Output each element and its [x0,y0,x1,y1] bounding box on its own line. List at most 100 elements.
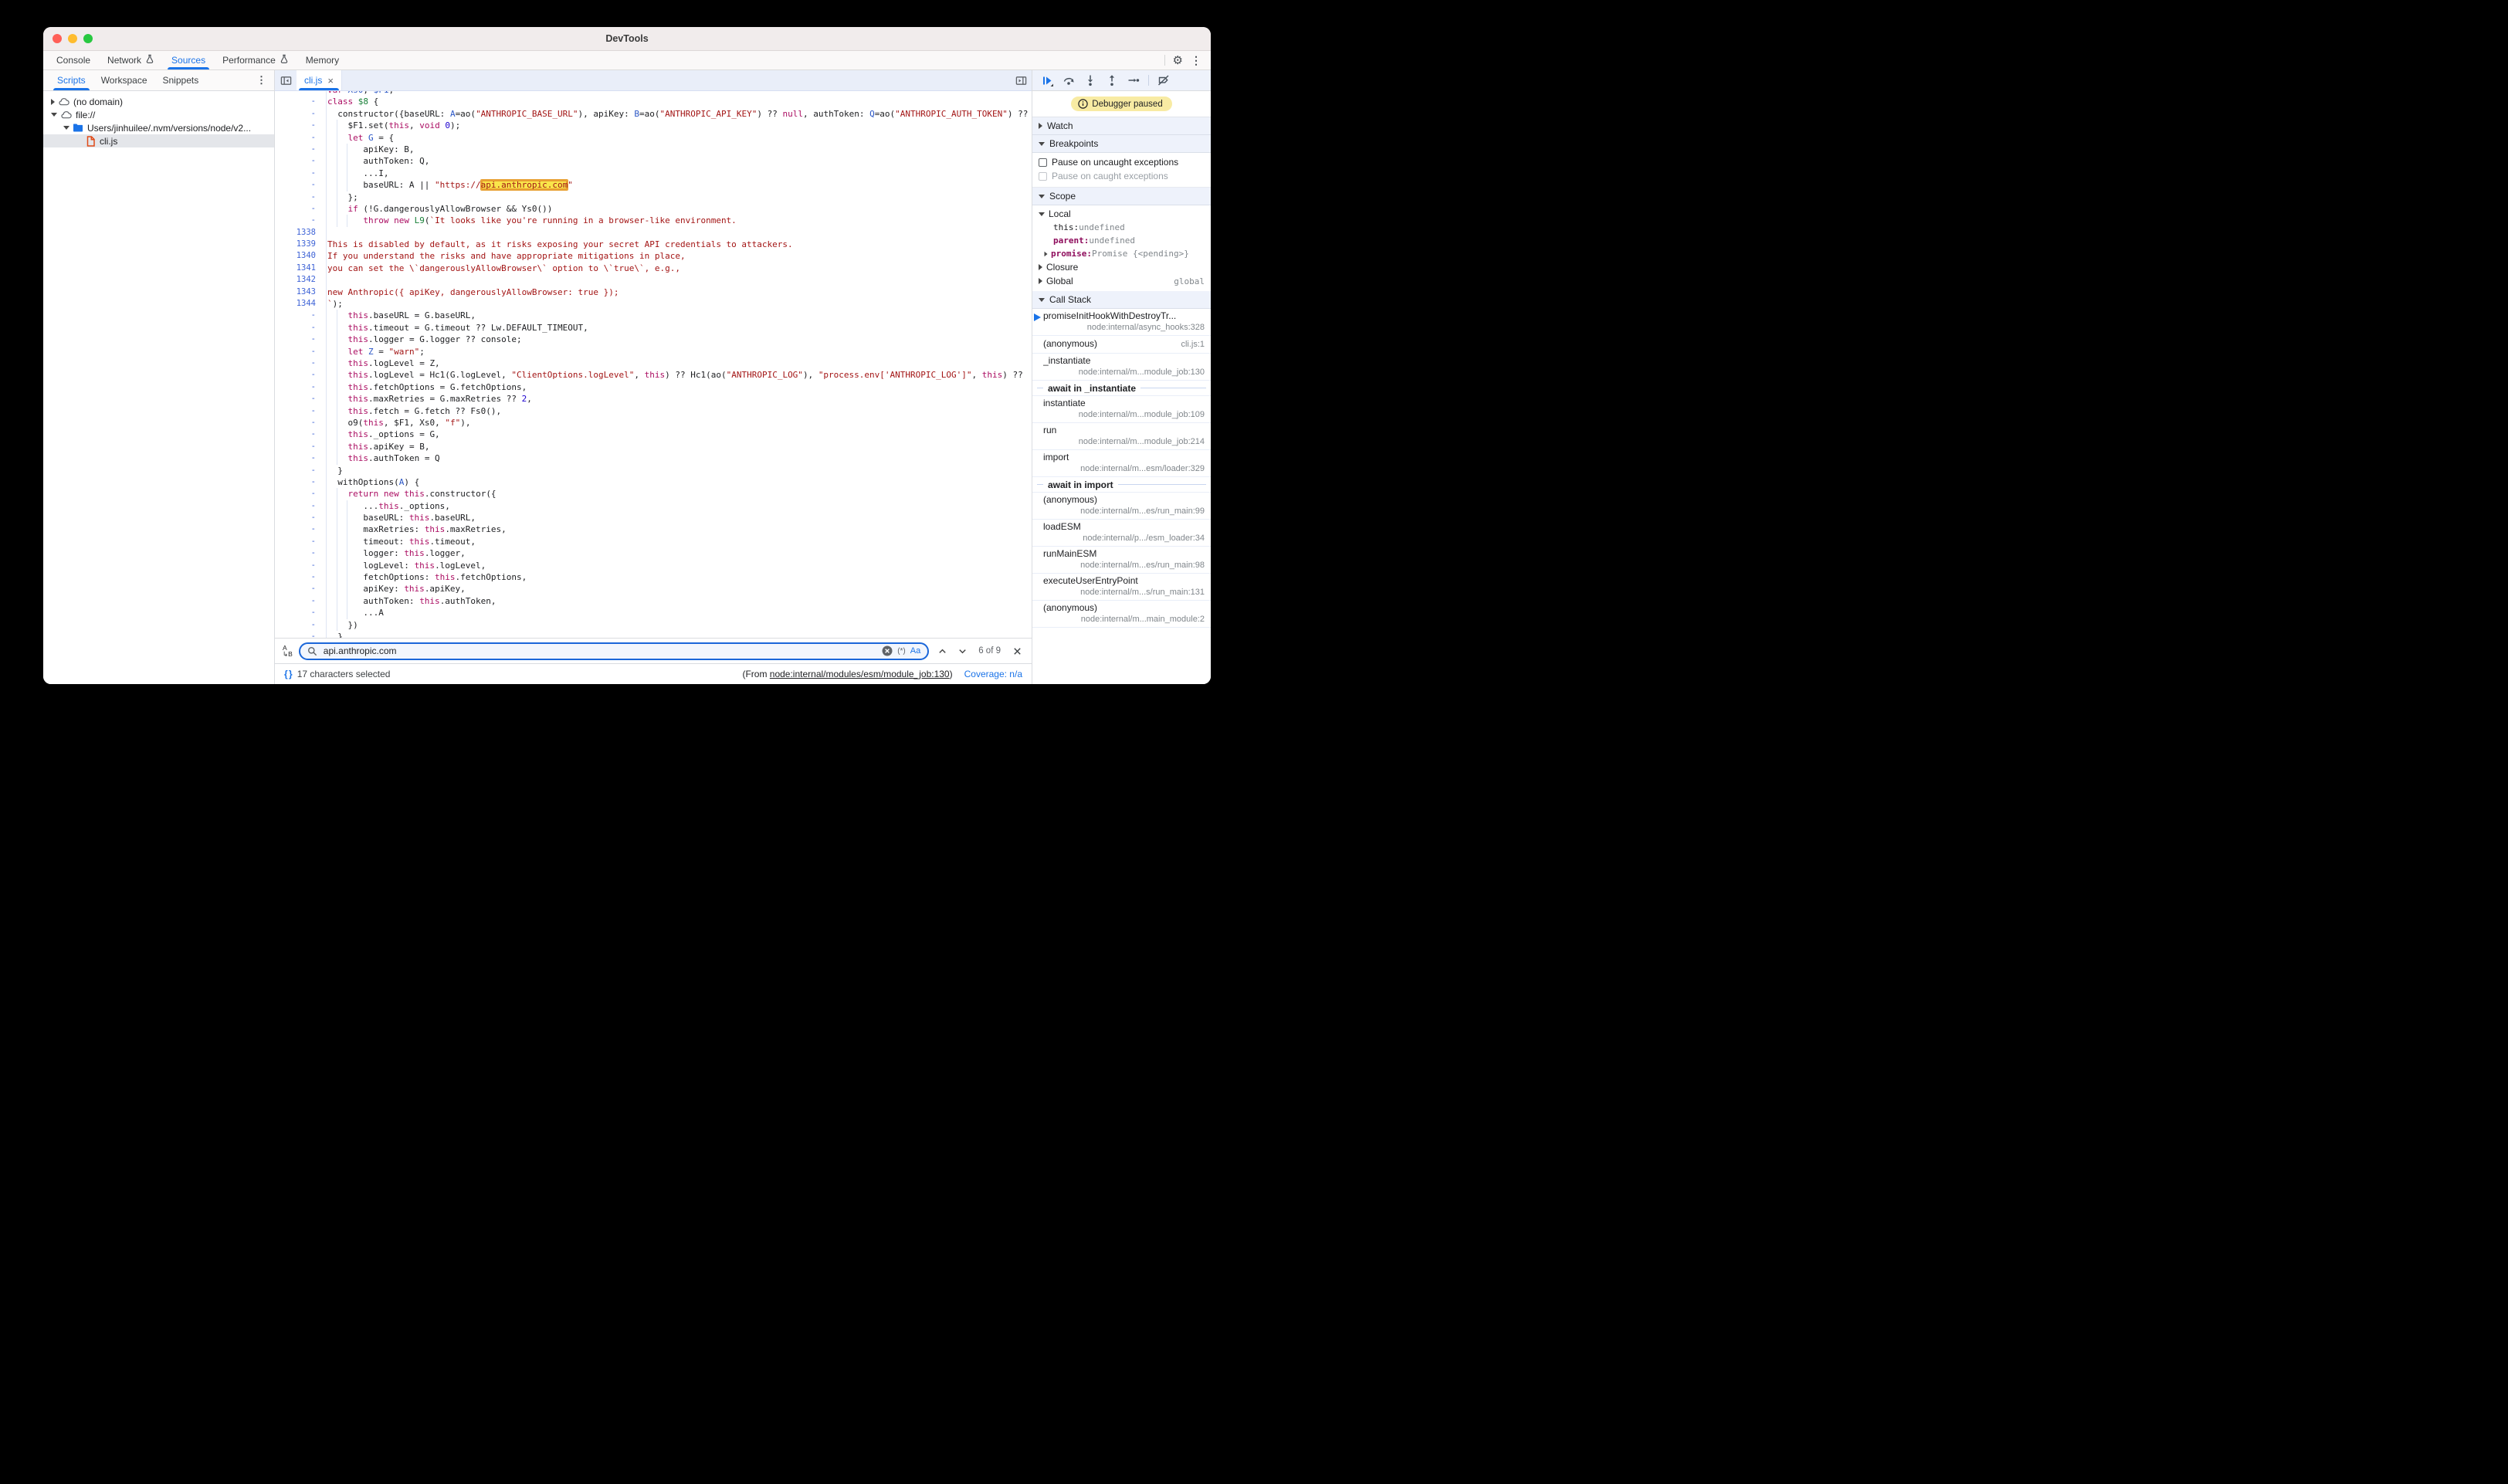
line-number[interactable]: - [275,523,326,535]
line-number[interactable]: - [275,512,326,523]
close-search-icon[interactable] [1010,646,1024,656]
replace-toggle-icon[interactable]: A↳B [283,645,293,657]
editor-tab-cli-js[interactable]: cli.js × [297,70,342,90]
tab-console[interactable]: Console [48,51,99,69]
call-stack-frame[interactable]: importnode:internal/m...esm/loader:329 [1032,450,1211,477]
close-tab-icon[interactable]: × [327,76,334,86]
line-number[interactable]: - [275,571,326,583]
line-number[interactable]: - [275,536,326,547]
navigator-tab-scripts[interactable]: Scripts [49,70,93,90]
search-input[interactable] [322,645,877,657]
step-over-icon[interactable] [1060,73,1077,88]
zoom-window-button[interactable] [83,34,93,43]
minimize-window-button[interactable] [68,34,77,43]
step-into-icon[interactable] [1082,73,1099,88]
chevron-down-icon[interactable] [63,126,69,130]
line-number[interactable]: 1344 [275,298,326,310]
line-number[interactable]: - [275,417,326,429]
section-breakpoints[interactable]: Breakpoints [1032,135,1211,153]
scope-property-this[interactable]: this: undefined [1032,221,1211,234]
line-number[interactable]: - [275,357,326,369]
line-number[interactable]: - [275,631,326,638]
line-number[interactable]: - [275,108,326,120]
line-number[interactable]: - [275,619,326,631]
breakpoint-option[interactable]: Pause on caught exceptions [1032,169,1211,183]
call-stack-frame[interactable]: (anonymous)node:internal/m...main_module… [1032,601,1211,628]
line-number[interactable]: - [275,179,326,191]
line-number[interactable]: - [275,191,326,203]
line-number[interactable]: 1338 [275,227,326,239]
search-input-container[interactable]: (*) Aa [299,642,929,660]
line-number[interactable]: 1342 [275,274,326,286]
line-number[interactable]: - [275,310,326,321]
tree-item-users-jinhuilee-nvm-versions-node-v2-[interactable]: Users/jinhuilee/.nvm/versions/node/v2... [43,121,274,134]
step-out-icon[interactable] [1103,73,1120,88]
section-call-stack[interactable]: Call Stack [1032,291,1211,309]
clear-search-icon[interactable] [882,645,893,656]
scope-property-parent[interactable]: parent: undefined [1032,234,1211,247]
line-number[interactable]: - [275,96,326,107]
line-number[interactable]: 1343 [275,286,326,298]
line-number[interactable]: - [275,334,326,345]
line-number[interactable]: - [275,595,326,607]
line-number[interactable]: 1340 [275,250,326,262]
line-number[interactable]: 1339 [275,239,326,250]
navigator-tab-workspace[interactable]: Workspace [93,70,155,90]
line-number[interactable]: - [275,144,326,155]
chevron-right-icon[interactable] [1045,251,1048,256]
match-case-toggle[interactable]: Aa [910,646,920,656]
step-icon[interactable] [1125,73,1142,88]
more-options-icon[interactable]: ⋮ [1191,54,1201,67]
call-stack-frame[interactable]: runnode:internal/m...module_job:214 [1032,423,1211,450]
tab-network[interactable]: Network [99,51,163,69]
resume-script-icon[interactable] [1039,73,1056,88]
call-stack-frame[interactable]: (anonymous)cli.js:1 [1032,336,1211,354]
line-number[interactable]: - [275,203,326,215]
line-number[interactable]: - [275,405,326,417]
line-number[interactable]: - [275,155,326,167]
call-stack-frame[interactable]: promiseInitHookWithDestroyTr...node:inte… [1032,309,1211,336]
chevron-right-icon[interactable] [51,99,55,105]
pretty-print-icon[interactable]: { } [284,669,292,679]
line-number[interactable]: - [275,346,326,357]
close-window-button[interactable] [53,34,62,43]
toggle-sidebar-icon[interactable] [1010,70,1032,90]
line-number[interactable]: - [275,393,326,405]
call-stack-frame[interactable]: instantiatenode:internal/m...module_job:… [1032,396,1211,423]
call-stack-frame[interactable]: _instantiatenode:internal/m...module_job… [1032,354,1211,381]
line-number[interactable]: - [275,547,326,559]
section-scope[interactable]: Scope [1032,188,1211,205]
tab-memory[interactable]: Memory [297,51,347,69]
regex-toggle[interactable]: (*) [897,647,906,656]
line-number[interactable]: - [275,120,326,131]
line-number[interactable]: - [275,465,326,476]
previous-match-icon[interactable] [935,646,949,656]
line-number[interactable]: - [275,429,326,440]
line-number[interactable]: - [275,452,326,464]
line-number[interactable]: - [275,168,326,179]
tab-performance[interactable]: Performance [214,51,297,69]
line-number[interactable]: - [275,560,326,571]
line-number[interactable]: - [275,322,326,334]
tree-item-cli-js[interactable]: cli.js [43,134,274,147]
line-number[interactable]: - [275,381,326,393]
line-number[interactable]: - [275,500,326,512]
scope-group-global[interactable]: Globalglobal [1032,274,1211,288]
checkbox[interactable] [1039,158,1047,167]
navigator-tab-snippets[interactable]: Snippets [155,70,207,90]
tree-item--no-domain-[interactable]: (no domain) [43,95,274,108]
call-stack-frame[interactable]: executeUserEntryPointnode:internal/m...s… [1032,574,1211,601]
line-number[interactable]: - [275,369,326,381]
line-number[interactable]: - [275,607,326,618]
line-number[interactable]: - [275,441,326,452]
source-link[interactable]: node:internal/modules/esm/module_job:130 [770,669,950,679]
coverage-link[interactable]: Coverage: n/a [964,669,1022,679]
call-stack-frame[interactable]: runMainESMnode:internal/m...es/run_main:… [1032,547,1211,574]
toggle-navigator-icon[interactable] [275,70,297,90]
scope-property-promise[interactable]: promise: Promise {<pending>} [1032,247,1211,260]
scope-group-local[interactable]: Local [1032,207,1211,221]
line-number[interactable]: - [275,476,326,488]
next-match-icon[interactable] [955,646,969,656]
line-number[interactable]: - [275,583,326,595]
tab-sources[interactable]: Sources [163,51,214,69]
